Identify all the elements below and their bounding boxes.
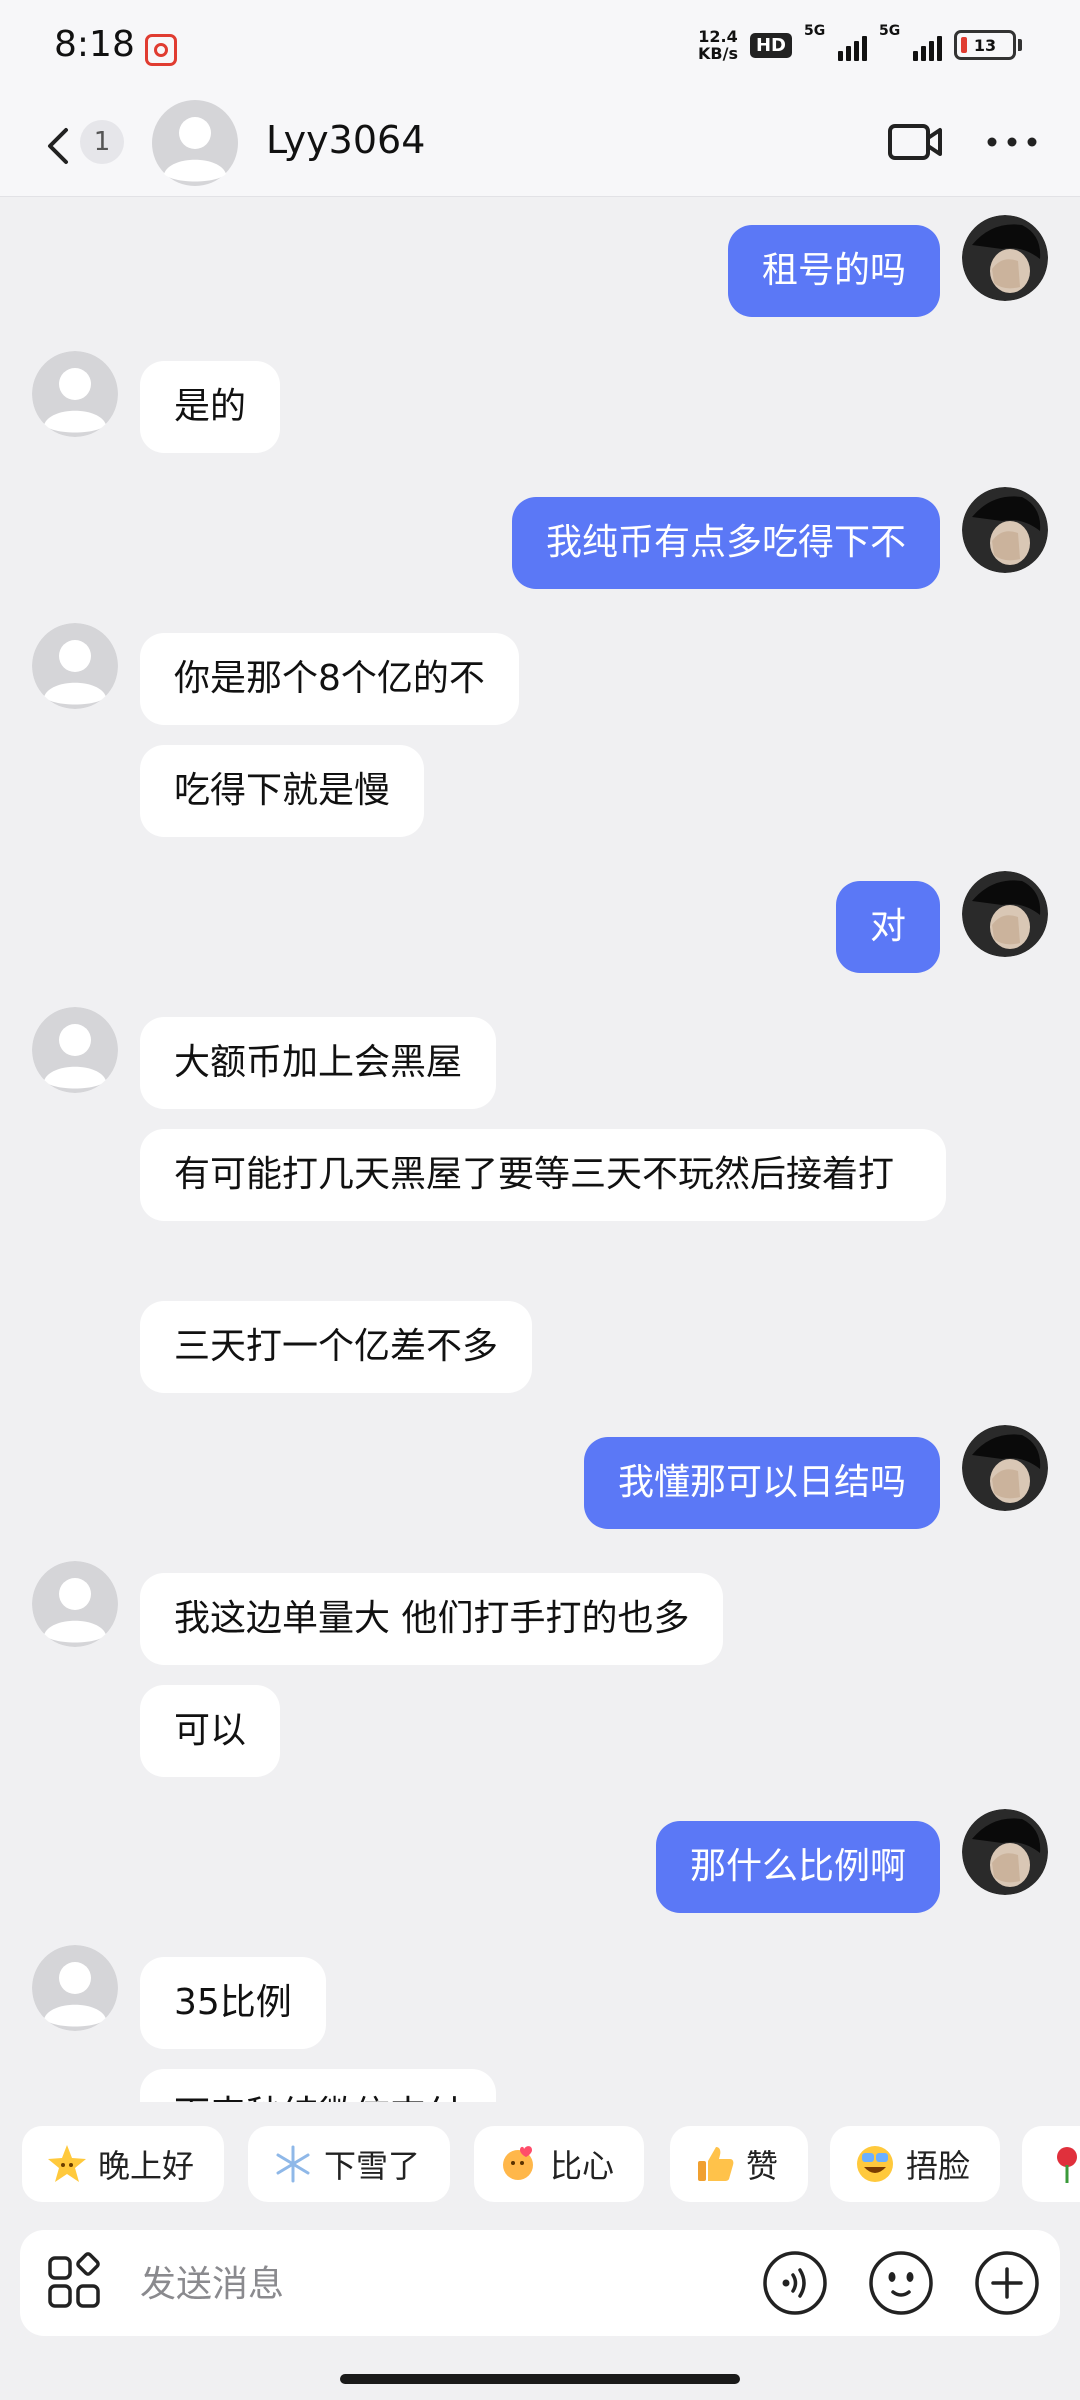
video-call-button[interactable] xyxy=(886,118,946,166)
signal-2-label: 5G xyxy=(879,23,901,39)
hd-voice-icon: HD xyxy=(749,32,792,58)
default-avatar-icon xyxy=(32,1945,118,2031)
quick-reply-label: 晚上好 xyxy=(98,2147,195,2185)
my-avatar[interactable] xyxy=(962,1425,1048,1511)
quick-reply-chip[interactable]: 比心 xyxy=(474,2126,645,2202)
contact-message-avatar[interactable] xyxy=(32,1007,118,1093)
quick-reply-chip[interactable]: 下雪了 xyxy=(248,2126,451,2202)
unread-count-badge[interactable]: 1 xyxy=(80,120,124,164)
contact-message-avatar[interactable] xyxy=(32,623,118,709)
facepalm-emoji-icon xyxy=(857,2146,893,2182)
message-bubble-sent[interactable]: 租号的吗 xyxy=(727,225,940,317)
user-photo-icon xyxy=(962,215,1048,301)
signal-2-icon: 5G xyxy=(879,23,942,61)
quick-reply-label: 下雪了 xyxy=(324,2147,421,2185)
chevron-left-icon xyxy=(48,128,68,164)
plus-circle-icon xyxy=(975,2251,1039,2315)
message-bubble-sent[interactable]: 我纯币有点多吃得下不 xyxy=(511,497,940,589)
signal-1-icon: 5G xyxy=(804,23,867,61)
notification-app-icon xyxy=(145,34,177,66)
signal-1-label: 5G xyxy=(804,23,826,39)
apps-button[interactable] xyxy=(44,2252,104,2312)
quick-reply-chip[interactable] xyxy=(1022,2126,1080,2202)
quick-reply-chip[interactable]: 捂脸 xyxy=(830,2126,1001,2202)
message-bubble-received[interactable]: 你是那个8个亿的不 xyxy=(140,633,519,725)
message-bubble-received[interactable]: 是的 xyxy=(140,361,281,453)
contact-name[interactable]: Lyy3064 xyxy=(266,118,425,162)
user-photo-icon xyxy=(962,871,1048,957)
message-bubble-sent[interactable]: 对 xyxy=(835,881,940,973)
contact-message-avatar[interactable] xyxy=(32,1945,118,2031)
star-face-emoji-icon xyxy=(48,2145,86,2182)
status-bar: 8:18 12.4 KB/s HD 5G 5G 13 xyxy=(0,0,1080,96)
voice-message-button[interactable] xyxy=(762,2250,828,2316)
status-indicators: 12.4 KB/s HD 5G 5G 13 xyxy=(698,23,1022,62)
my-avatar[interactable] xyxy=(962,871,1048,957)
message-bubble-received[interactable]: 可以 xyxy=(140,1685,281,1777)
quick-reply-label: 捂脸 xyxy=(906,2147,971,2185)
my-avatar[interactable] xyxy=(962,1809,1048,1895)
default-avatar-icon xyxy=(32,1561,118,1647)
message-bubble-received[interactable]: 吃得下就是慢 xyxy=(140,745,425,837)
apps-grid-icon xyxy=(48,2252,100,2308)
contact-message-avatar[interactable] xyxy=(32,1561,118,1647)
network-speed-value: 12.4 xyxy=(698,27,738,46)
emoji-button[interactable] xyxy=(868,2250,934,2316)
voice-wave-icon xyxy=(763,2251,827,2315)
message-bubble-sent[interactable]: 那什么比例啊 xyxy=(655,1821,940,1913)
more-options-button[interactable] xyxy=(984,118,1040,166)
message-bubble-received[interactable]: 35比例 xyxy=(140,1957,326,2049)
network-speed-unit: KB/s xyxy=(698,44,738,63)
default-avatar-icon xyxy=(32,623,118,709)
user-photo-icon xyxy=(962,487,1048,573)
contact-message-avatar[interactable] xyxy=(32,351,118,437)
contact-avatar[interactable] xyxy=(152,100,238,186)
quick-reply-label: 赞 xyxy=(746,2147,779,2185)
default-avatar-icon xyxy=(152,100,238,186)
message-input-bar xyxy=(20,2230,1060,2336)
status-time: 8:18 xyxy=(54,24,135,65)
video-camera-icon xyxy=(888,124,942,160)
smiley-face-icon xyxy=(869,2251,933,2315)
snowflake-emoji-icon xyxy=(276,2145,310,2183)
my-avatar[interactable] xyxy=(962,215,1048,301)
heart-hands-emoji-icon xyxy=(503,2146,533,2180)
quick-reply-chip[interactable]: 晚上好 xyxy=(22,2126,225,2202)
message-list[interactable]: 租号的吗 是的 我纯币有点多吃得下不 你是那个8个亿的不 吃得下就是慢 对 大额… xyxy=(0,197,1080,2102)
message-bubble-received[interactable]: 下来秒结微信支付 xyxy=(140,2069,497,2102)
user-photo-icon xyxy=(962,1425,1048,1511)
more-dots-icon xyxy=(987,137,1037,147)
message-bubble-received[interactable]: 三天打一个亿差不多 xyxy=(140,1301,533,1393)
back-button[interactable] xyxy=(40,122,80,170)
default-avatar-icon xyxy=(32,1007,118,1093)
message-input[interactable] xyxy=(138,2256,742,2312)
more-actions-button[interactable] xyxy=(974,2250,1040,2316)
battery-icon: 13 xyxy=(954,30,1022,60)
message-bubble-sent[interactable]: 我懂那可以日结吗 xyxy=(583,1437,940,1529)
message-bubble-received[interactable]: 我这边单量大 他们打手打的也多 xyxy=(140,1573,724,1665)
battery-level: 13 xyxy=(973,35,997,55)
message-bubble-received[interactable]: 有可能打几天黑屋了要等三天不玩然后接着打 xyxy=(140,1129,946,1221)
rose-emoji-icon xyxy=(1057,2147,1077,2183)
quick-reply-bar[interactable]: 晚上好 下雪了 比心 赞 捂脸 xyxy=(0,2102,1080,2212)
chat-header: 1 Lyy3064 xyxy=(0,96,1080,197)
thumbs-up-emoji-icon xyxy=(698,2147,734,2181)
default-avatar-icon xyxy=(32,351,118,437)
home-indicator[interactable] xyxy=(340,2374,740,2384)
my-avatar[interactable] xyxy=(962,487,1048,573)
network-speed: 12.4 KB/s xyxy=(698,28,738,62)
message-bubble-received[interactable]: 大额币加上会黑屋 xyxy=(140,1017,497,1109)
user-photo-icon xyxy=(962,1809,1048,1895)
quick-reply-chip[interactable]: 赞 xyxy=(670,2126,809,2202)
quick-reply-label: 比心 xyxy=(550,2147,615,2185)
